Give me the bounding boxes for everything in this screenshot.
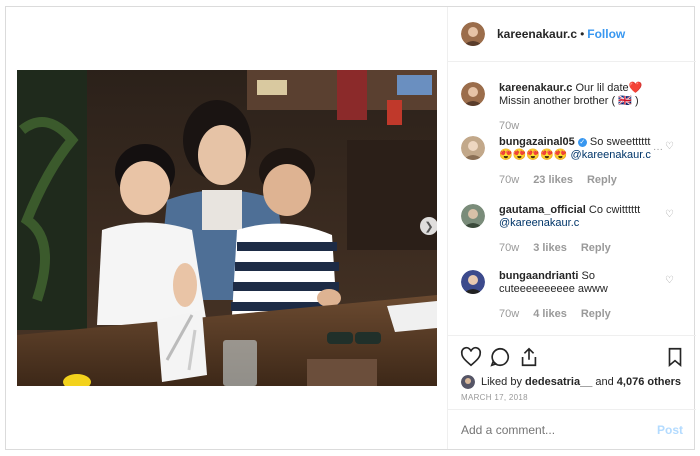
comment-username[interactable]: bungazainal05 bbox=[499, 136, 575, 148]
post-side-panel: kareenakaur.c • Follow kareenakaur.c Our… bbox=[447, 7, 696, 449]
caption: kareenakaur.c Our lil date❤️ Missin anot… bbox=[461, 82, 689, 133]
media-area: ❯ bbox=[6, 7, 447, 449]
comment-body: bungaandrianti So cuteeeeeeeeee awww 70w… bbox=[499, 270, 675, 321]
comment-item: gautama_official Co cwitttttt @kareenaka… bbox=[461, 204, 689, 255]
comment-text: Co cwitttttt bbox=[588, 204, 641, 216]
comment-meta: 70w 3 likes Reply bbox=[499, 242, 675, 255]
caption-text-line2: Missin another brother ( bbox=[499, 95, 616, 107]
author-username[interactable]: kareenakaur.c bbox=[497, 27, 577, 41]
caption-username[interactable]: kareenakaur.c bbox=[499, 82, 572, 94]
comment-time[interactable]: 70w bbox=[499, 242, 519, 255]
reply-button[interactable]: Reply bbox=[587, 174, 617, 187]
add-comment-input[interactable] bbox=[461, 422, 657, 437]
caption-time[interactable]: 70w bbox=[499, 120, 519, 133]
comment-meta: 70w 4 likes Reply bbox=[499, 308, 675, 321]
liker-avatar[interactable] bbox=[461, 375, 475, 389]
verified-badge-icon: ✓ bbox=[577, 137, 587, 147]
add-comment-bar: Post bbox=[448, 409, 696, 449]
uk-flag-emoji: 🇬🇧 bbox=[618, 95, 632, 107]
comment-item: bungazainal05 ✓ So sweetttttt 😍😍😍😍😍 @kar… bbox=[461, 136, 689, 187]
comment-body: gautama_official Co cwitttttt @kareenaka… bbox=[499, 204, 675, 255]
post-actions: Liked by dedesatria__ and 4,076 others M… bbox=[448, 335, 696, 407]
comment-likes[interactable]: 3 likes bbox=[533, 242, 567, 255]
comment-text: So sweetttttt bbox=[589, 136, 651, 148]
liked-by-user[interactable]: dedesatria__ bbox=[525, 376, 592, 388]
comment-like-heart-icon[interactable]: ♡ bbox=[665, 209, 675, 220]
post-comment-button[interactable]: Post bbox=[657, 423, 683, 437]
post-card: ❯ kareenakaur.c • Follow kareenakaur.c O… bbox=[5, 6, 696, 450]
comment-mention[interactable]: @kareenakaur.c bbox=[571, 149, 651, 161]
commenter-avatar[interactable] bbox=[461, 136, 485, 160]
comment-text-line2: cuteeeeeeeeee awww bbox=[499, 283, 608, 295]
reply-button[interactable]: Reply bbox=[581, 308, 611, 321]
comments-list: kareenakaur.c Our lil date❤️ Missin anot… bbox=[448, 63, 696, 335]
comment-username[interactable]: bungaandrianti bbox=[499, 270, 578, 282]
comment-time[interactable]: 70w bbox=[499, 308, 519, 321]
comment-like-heart-icon[interactable]: ♡ bbox=[665, 141, 675, 152]
like-heart-icon[interactable] bbox=[460, 346, 482, 368]
liked-by-prefix: Liked by bbox=[481, 376, 522, 388]
comment-likes[interactable]: 4 likes bbox=[533, 308, 567, 321]
comment-item: bungaandrianti So cuteeeeeeeeee awww 70w… bbox=[461, 270, 689, 321]
liked-by-count[interactable]: 4,076 others bbox=[617, 376, 681, 388]
comment-like-heart-icon[interactable]: ♡ bbox=[665, 275, 675, 286]
comment-time[interactable]: 70w bbox=[499, 174, 519, 187]
commenter-avatar[interactable] bbox=[461, 204, 485, 228]
comment-text: So bbox=[581, 270, 595, 282]
comment-likes[interactable]: 23 likes bbox=[533, 174, 573, 187]
comment-mention[interactable]: @kareenakaur.c bbox=[499, 217, 579, 229]
caption-text: Our lil date bbox=[575, 82, 629, 94]
comment-bubble-icon[interactable] bbox=[489, 346, 511, 368]
post-photo[interactable] bbox=[17, 70, 437, 386]
author-avatar[interactable] bbox=[461, 82, 485, 106]
header-separator: • bbox=[580, 27, 585, 41]
more-options-icon[interactable]: ··· bbox=[653, 144, 663, 155]
reply-button[interactable]: Reply bbox=[581, 242, 611, 255]
comment-meta: 70w 23 likes Reply bbox=[499, 174, 675, 187]
caption-meta: 70w bbox=[499, 120, 675, 133]
bookmark-icon[interactable] bbox=[664, 346, 686, 368]
comment-body: bungazainal05 ✓ So sweetttttt 😍😍😍😍😍 @kar… bbox=[499, 136, 675, 187]
share-icon[interactable] bbox=[518, 346, 540, 368]
author-avatar[interactable] bbox=[461, 22, 485, 46]
photo-illustration bbox=[17, 70, 437, 386]
comment-username[interactable]: gautama_official bbox=[499, 204, 586, 216]
heart-eyes-emojis: 😍😍😍😍😍 bbox=[499, 149, 568, 161]
liked-by-row: Liked by dedesatria__ and 4,076 others bbox=[461, 375, 681, 389]
chevron-right-icon: ❯ bbox=[424, 220, 434, 233]
next-photo-button[interactable]: ❯ bbox=[420, 217, 438, 235]
liked-by-and: and bbox=[595, 376, 614, 388]
caption-text-line2-end: ) bbox=[635, 95, 639, 107]
post-date[interactable]: MARCH 17, 2018 bbox=[461, 393, 528, 402]
post-header: kareenakaur.c • Follow bbox=[448, 7, 696, 62]
heart-emoji: ❤️ bbox=[628, 82, 643, 94]
commenter-avatar[interactable] bbox=[461, 270, 485, 294]
follow-button[interactable]: Follow bbox=[587, 27, 625, 41]
caption-body: kareenakaur.c Our lil date❤️ Missin anot… bbox=[499, 82, 675, 133]
